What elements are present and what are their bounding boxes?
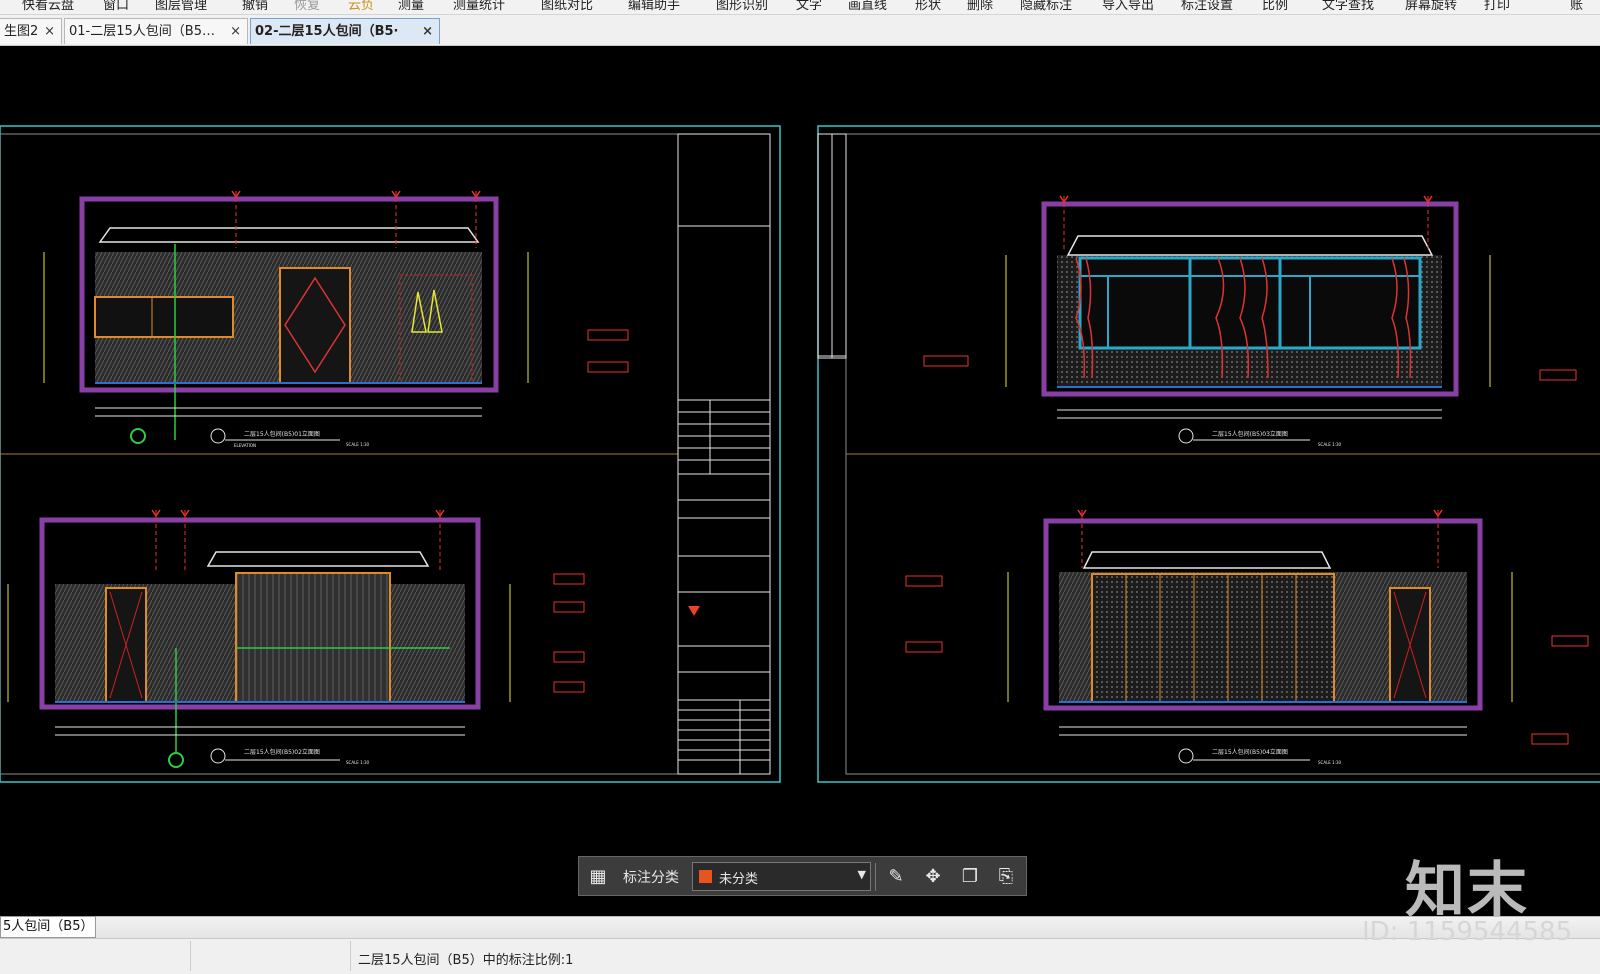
elevation-label: ELEVATION — [234, 443, 256, 448]
menu-item[interactable]: 云负 — [348, 0, 374, 13]
move-icon[interactable]: ✥ — [922, 866, 944, 888]
drawing-title: 二层15人包间(B5)02立面图 — [244, 748, 320, 756]
menu-item[interactable]: 文字查找 — [1322, 0, 1374, 13]
elevation-03: 二层15人包间(B5)03立面图 SCALE 1:30 — [923, 195, 1577, 447]
menu-item[interactable]: 打印 — [1484, 0, 1510, 13]
menu-item[interactable]: 隐藏标注 — [1020, 0, 1072, 13]
grid-icon[interactable]: ▦ — [587, 866, 609, 888]
menu-item[interactable]: 图纸对比 — [541, 0, 593, 13]
scale-label: SCALE 1:30 — [1318, 760, 1342, 765]
layout-tab-strip — [0, 916, 1600, 939]
menu-item[interactable]: 标注设置 — [1181, 0, 1233, 13]
menu-item[interactable]: 形状 — [915, 0, 941, 13]
menu-item[interactable]: 快看云盘 — [22, 0, 74, 13]
menu-item[interactable]: 图形识别 — [716, 0, 768, 13]
elevation-01: 二层15人包间(B5)01立面图 ELEVATION SCALE 1:30 — [43, 190, 629, 448]
status-divider — [190, 941, 191, 971]
drawing-title: 二层15人包间(B5)03立面图 — [1212, 430, 1288, 438]
drawing-title: 二层15人包间(B5)01立面图 — [244, 430, 320, 438]
menu-item[interactable]: 测量统计 — [453, 0, 505, 13]
tab-drawing-01[interactable]: 01-二层15人包间（B5… × — [64, 18, 248, 44]
annotation-toolbar: ▦ 标注分类 未分类 ▼ ✎ ✥ ❐ ⎘ — [578, 856, 1027, 896]
edit-icon[interactable]: ✎ — [885, 866, 907, 888]
cad-drawing: 二层15人包间(B5)01立面图 ELEVATION SCALE 1:30 二层… — [0, 125, 1600, 783]
top-menu-bar: 快看云盘 窗口 图层管理 撤销 恢复 云负 测量 测量统计 图纸对比 编辑助手 … — [0, 0, 1600, 15]
status-divider — [350, 941, 351, 971]
menu-item[interactable]: 删除 — [967, 0, 993, 13]
tab-sheet-2[interactable]: 生图2 × — [0, 18, 62, 44]
paste-icon[interactable]: ⎘ — [995, 866, 1017, 888]
elevation-02: 二层15人包间(B5)02立面图 SCALE 1:30 — [7, 509, 585, 768]
watermark-id: ID: 1159544585 — [1362, 917, 1573, 947]
menu-item[interactable]: 画直线 — [848, 0, 887, 13]
elevation-04: 二层15人包间(B5)04立面图 SCALE 1:30 — [905, 509, 1589, 765]
copy-icon[interactable]: ❐ — [959, 866, 981, 888]
tab-label: 01-二层15人包间（B5… — [69, 24, 215, 39]
scale-label: SCALE 1:30 — [346, 760, 370, 765]
annotation-category-label: 标注分类 — [623, 870, 679, 886]
menu-item[interactable]: 屏幕旋转 — [1405, 0, 1457, 13]
menu-item[interactable]: 图层管理 — [155, 0, 207, 13]
menu-item[interactable]: 比例 — [1262, 0, 1288, 13]
layout-tab[interactable]: 5人包间（B5） — [0, 916, 96, 938]
tab-drawing-02[interactable]: 02-二层15人包间（B5· × — [250, 18, 440, 44]
menu-item[interactable]: 撤销 — [242, 0, 268, 13]
document-tab-bar: 生图2 × 01-二层15人包间（B5… × 02-二层15人包间（B5· × — [0, 15, 1600, 46]
close-icon[interactable]: × — [422, 19, 433, 44]
menu-item[interactable]: 窗口 — [103, 0, 129, 13]
menu-item[interactable]: 编辑助手 — [628, 0, 680, 13]
annotation-scale-status: 二层15人包间（B5）中的标注比例:1 — [358, 953, 574, 968]
drawing-canvas[interactable]: 二层15人包间(B5)01立面图 ELEVATION SCALE 1:30 二层… — [0, 46, 1600, 916]
annotation-category-select[interactable]: 未分类 ▼ — [692, 862, 871, 891]
close-icon[interactable]: × — [230, 19, 241, 44]
tab-label: 02-二层15人包间（B5· — [255, 24, 399, 39]
close-icon[interactable]: × — [44, 19, 55, 44]
scale-label: SCALE 1:30 — [1318, 442, 1342, 447]
menu-item[interactable]: 恢复 — [294, 0, 320, 13]
toolbar-divider — [875, 863, 876, 891]
category-color-swatch — [699, 870, 712, 883]
category-selected-value: 未分类 — [719, 872, 759, 887]
menu-item[interactable]: 测量 — [398, 0, 424, 13]
chevron-down-icon: ▼ — [857, 868, 866, 881]
tab-label: 生图2 — [4, 24, 39, 39]
menu-item[interactable]: 导入导出 — [1102, 0, 1154, 13]
drawing-title: 二层15人包间(B5)04立面图 — [1212, 748, 1288, 756]
scale-label: SCALE 1:30 — [346, 442, 370, 447]
menu-item[interactable]: 文字 — [796, 0, 822, 13]
status-bar: 二层15人包间（B5）中的标注比例:1 — [0, 938, 1600, 974]
menu-item[interactable]: 账 — [1570, 0, 1583, 13]
